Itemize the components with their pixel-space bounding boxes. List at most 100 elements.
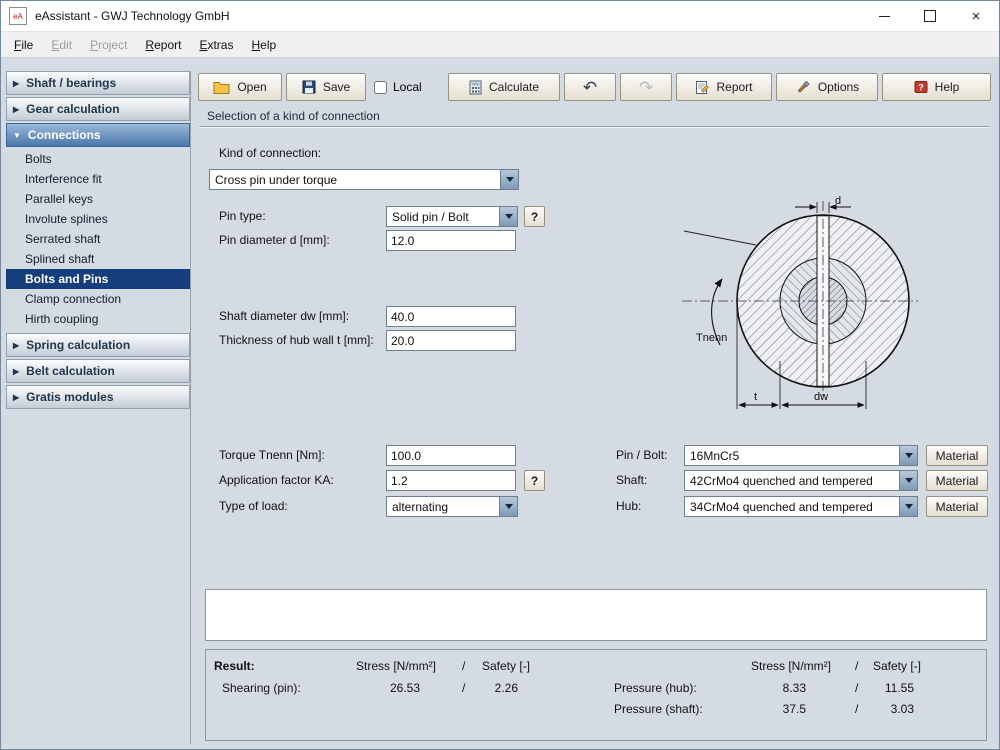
app-window: eA eAssistant - GWJ Technology GmbH × Fi… [0,0,1000,750]
report-button[interactable]: Report [676,73,772,101]
pressure-hub-stress: 8.33 [746,681,806,695]
sidebar-item-bolts-and-pins[interactable]: Bolts and Pins [6,269,190,289]
sidebar-item-splined-shaft[interactable]: Splined shaft [6,249,190,269]
results-panel: Result: Stress [N/mm²] / Safety [-] Stre… [205,649,987,741]
torque-input[interactable] [386,445,516,466]
pin-bolt-material-select[interactable]: 16MnCr5 [684,445,918,466]
pin-type-label: Pin type: [219,209,266,223]
pressure-shaft-safety: 3.03 [868,702,914,716]
save-button[interactable]: Save [286,73,366,101]
help-button[interactable]: ? Help [882,73,991,101]
dimension-t-label: t [754,391,757,403]
safety-header-left: Safety [-] [482,659,530,673]
dropdown-arrow-button[interactable] [899,497,917,516]
chevron-down-icon [905,453,913,458]
sidebar-item-parallel-keys[interactable]: Parallel keys [6,189,190,209]
chevron-down-icon [505,214,513,219]
shaft-material-button[interactable]: Material [926,470,988,491]
options-button[interactable]: Options [776,73,878,101]
shaft-material-value: 42CrMo4 quenched and tempered [690,474,873,488]
menu-extras[interactable]: Extras [190,34,242,56]
sidebar-item-clamp-connection[interactable]: Clamp connection [6,289,190,309]
sidebar-section-gratis-modules[interactable]: ▶ Gratis modules [6,385,190,409]
sidebar-item-bolts[interactable]: Bolts [6,149,190,169]
hub-material-select[interactable]: 34CrMo4 quenched and tempered [684,496,918,517]
menu-report[interactable]: Report [136,34,190,56]
chevron-down-icon: ▼ [13,131,21,140]
shearing-pin-safety: 2.26 [478,681,518,695]
main-panel: Open Save Local Calculate ↶ ↷ Re [193,69,996,746]
calculate-button[interactable]: Calculate [448,73,560,101]
menu-project: Project [81,34,136,56]
sidebar-section-spring-calculation[interactable]: ▶ Spring calculation [6,333,190,357]
sidebar-section-belt-calculation[interactable]: ▶ Belt calculation [6,359,190,383]
chevron-right-icon: ▶ [13,79,19,88]
close-button[interactable]: × [953,1,999,31]
shearing-pin-stress: 26.53 [356,681,420,695]
application-factor-help-button[interactable]: ? [524,470,545,491]
type-of-load-value: alternating [392,500,448,514]
sidebar-item-hirth-coupling[interactable]: Hirth coupling [6,309,190,329]
type-of-load-select[interactable]: alternating [386,496,518,517]
app-icon: eA [9,7,27,25]
pin-type-help-button[interactable]: ? [524,206,545,227]
menu-help[interactable]: Help [242,34,285,56]
maximize-button[interactable] [907,1,953,31]
chevron-down-icon [506,177,514,182]
minimize-button[interactable] [861,1,907,31]
application-factor-input[interactable] [386,470,516,491]
pin-type-select[interactable]: Solid pin / Bolt [386,206,518,227]
svg-text:?: ? [918,83,924,93]
sidebar-section-gear-calculation[interactable]: ▶ Gear calculation [6,97,190,121]
pin-diameter-input[interactable] [386,230,516,251]
sidebar-section-label: Belt calculation [26,364,115,378]
tools-icon [795,79,811,95]
sidebar-item-interference-fit[interactable]: Interference fit [6,169,190,189]
slash: / [855,702,858,716]
hub-material-value: 34CrMo4 quenched and tempered [690,500,873,514]
safety-header-right: Safety [-] [873,659,921,673]
sidebar-item-involute-splines[interactable]: Involute splines [6,209,190,229]
pressure-hub-safety: 11.55 [868,681,914,695]
page-title: Selection of a kind of connection [207,109,380,123]
hub-material-button[interactable]: Material [926,496,988,517]
dropdown-arrow-button[interactable] [500,170,518,189]
calculator-icon [469,80,482,95]
help-icon: ? [914,80,928,94]
dimension-d-label: d [835,195,841,207]
sidebar-section-connections[interactable]: ▼ Connections [6,123,190,147]
dropdown-arrow-button[interactable] [899,446,917,465]
pin-bolt-material-button[interactable]: Material [926,445,988,466]
kind-of-connection-select[interactable]: Cross pin under torque [209,169,519,190]
close-icon: × [972,8,981,25]
sidebar-item-serrated-shaft[interactable]: Serrated shaft [6,229,190,249]
chevron-right-icon: ▶ [13,105,19,114]
title-bar: eA eAssistant - GWJ Technology GmbH × [1,1,999,32]
dropdown-arrow-button[interactable] [899,471,917,490]
local-checkbox[interactable] [374,81,387,94]
results-title: Result: [214,659,255,673]
type-of-load-label: Type of load: [219,499,288,513]
stress-header-left: Stress [N/mm²] [356,659,436,673]
chevron-right-icon: ▶ [13,367,19,376]
dropdown-arrow-button[interactable] [499,207,517,226]
window-controls: × [861,1,999,31]
shaft-diameter-input[interactable] [386,306,516,327]
undo-icon: ↶ [583,79,597,96]
chevron-down-icon [905,478,913,483]
dropdown-arrow-button[interactable] [499,497,517,516]
pressure-shaft-stress: 37.5 [746,702,806,716]
hub-label: Hub: [616,499,641,513]
undo-button[interactable]: ↶ [564,73,616,101]
shaft-material-select[interactable]: 42CrMo4 quenched and tempered [684,470,918,491]
application-factor-label: Application factor KA: [219,473,334,487]
redo-icon: ↷ [639,79,653,96]
open-button[interactable]: Open [198,73,282,101]
menu-file[interactable]: File [5,34,42,56]
hub-wall-thickness-input[interactable] [386,330,516,351]
sidebar-section-label: Gratis modules [26,390,113,404]
shearing-pin-label: Shearing (pin): [222,681,301,695]
folder-icon [213,80,230,94]
pressure-shaft-label: Pressure (shaft): [614,702,703,716]
sidebar-section-shaft-bearings[interactable]: ▶ Shaft / bearings [6,71,190,95]
